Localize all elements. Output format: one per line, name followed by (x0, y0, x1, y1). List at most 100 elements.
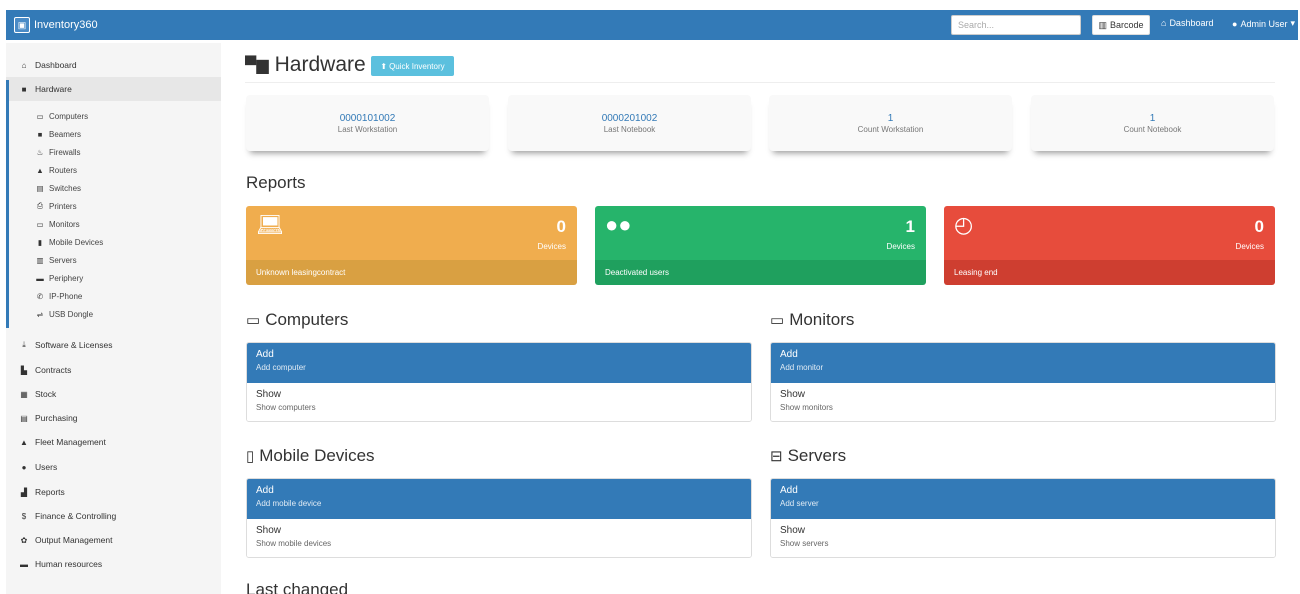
sidebar-active-indicator (6, 80, 9, 328)
keyboard-icon: ▬ (36, 273, 44, 283)
server-icon: ⊟ (770, 448, 783, 465)
sidebar-item-label: Dashboard (35, 60, 77, 70)
sidebar-item-contracts[interactable]: ▙ Contracts (6, 358, 221, 382)
quick-inventory-button[interactable]: ⬆ Quick Inventory (371, 56, 454, 76)
laptop-icon: ▭ (36, 111, 44, 121)
sidebar-item-fleet-management[interactable]: ▲ Fleet Management (6, 430, 221, 454)
report-panel-unknown-leasing[interactable]: 💻︎ 0 Devices Unknown leasingcontract (246, 206, 577, 285)
sidebar-sub-label: Printers (49, 201, 77, 211)
app: ▣ Inventory360 ▥ Barcode ⌂ Dashboard ● A… (0, 0, 1300, 594)
sidebar-sub-monitors[interactable]: ▭ Monitors (6, 216, 221, 232)
sidebar-item-label: Fleet Management (35, 437, 106, 447)
sidebar-sub-usb-dongle[interactable]: ⇌ USB Dongle (6, 306, 221, 322)
add-computer-button[interactable]: Add Add computer (247, 343, 751, 383)
nav-dashboard-link[interactable]: ⌂ Dashboard (1161, 18, 1213, 28)
show-computers-button[interactable]: Show Show computers (247, 383, 751, 421)
sidebar-item-reports[interactable]: ▟ Reports (6, 480, 221, 504)
add-mobile-device-button[interactable]: Add Add mobile device (247, 479, 751, 519)
sidebar-sub-printers[interactable]: ⎙ Printers (6, 198, 221, 214)
show-mobile-devices-button[interactable]: Show Show mobile devices (247, 519, 751, 557)
action-title: Add (780, 349, 798, 360)
action-subtitle: Show servers (780, 539, 829, 548)
sidebar-item-label: Hardware (35, 84, 72, 94)
stock-icon: ▦ (20, 389, 28, 399)
download-icon: ⤓ (22, 340, 26, 349)
purchasing-icon: ▤ (20, 413, 28, 423)
stat-label: Count Workstation (857, 125, 924, 134)
report-panel-footer: Leasing end (944, 260, 1275, 285)
add-monitor-button[interactable]: Add Add monitor (771, 343, 1275, 383)
contract-icon: ▙ (20, 365, 28, 375)
barcode-button[interactable]: ▥ Barcode (1092, 15, 1150, 35)
mobile-devices-actions: Add Add mobile device Show Show mobile d… (246, 478, 752, 558)
sidebar-item-label: Stock (35, 389, 57, 399)
section-heading-computers: ▭ Computers (246, 310, 348, 330)
section-heading-monitors: ▭ Monitors (770, 310, 854, 330)
sidebar-item-label: Finance & Controlling (35, 511, 117, 521)
stat-label: Last Workstation (337, 125, 398, 134)
stat-card-count-workstation: 1 Count Workstation (769, 95, 1012, 151)
section-heading-servers: ⊟ Servers (770, 446, 846, 466)
barcode-label: Barcode (1109, 20, 1144, 30)
sidebar-sub-ip-phone[interactable]: ✆ IP-Phone (6, 288, 221, 304)
sidebar-sub-computers[interactable]: ▭ Computers (6, 108, 221, 124)
servers-actions: Add Add server Show Show servers (770, 478, 1276, 558)
hardware-icon: ▀▆ (245, 57, 269, 74)
action-title: Add (780, 485, 798, 496)
home-icon: ⌂ (21, 60, 27, 70)
sidebar-sub-firewalls[interactable]: ♨ Firewalls (6, 144, 221, 160)
reports-heading: Reports (246, 173, 306, 192)
report-count-label: Devices (1235, 242, 1264, 251)
sidebar-sub-periphery[interactable]: ▬ Periphery (6, 270, 221, 286)
sidebar-sub-switches[interactable]: ▤ Switches (6, 180, 221, 196)
sidebar-item-stock[interactable]: ▦ Stock (6, 382, 221, 406)
video-icon: ■ (37, 129, 43, 139)
user-icon: ● (1232, 18, 1238, 29)
sidebar-item-label: Contracts (35, 365, 72, 375)
action-subtitle: Show computers (256, 403, 316, 412)
sidebar-item-hardware[interactable]: ■ Hardware (6, 77, 221, 101)
sidebar-item-label: Software & Licenses (35, 340, 113, 350)
report-panel-body: 💻︎ 0 Devices (246, 206, 577, 260)
monitors-actions: Add Add monitor Show Show monitors (770, 342, 1276, 422)
stat-card-count-notebook: 1 Count Notebook (1031, 95, 1274, 151)
brand-name: Inventory360 (34, 19, 98, 31)
action-subtitle: Add monitor (780, 363, 824, 372)
server-icon: ▥ (36, 255, 44, 265)
sidebar-sub-servers[interactable]: ▥ Servers (6, 252, 221, 268)
stat-value-link[interactable]: 0000201002 (508, 113, 751, 124)
nav-dashboard-label: Dashboard (1169, 18, 1214, 28)
add-server-button[interactable]: Add Add server (771, 479, 1275, 519)
sidebar-item-output-management[interactable]: ✿ Output Management (6, 528, 221, 552)
stat-value-link[interactable]: 1 (1031, 113, 1274, 124)
user-menu[interactable]: ● Admin User ▾ (1232, 18, 1295, 29)
sidebar-item-purchasing[interactable]: ▤ Purchasing (6, 406, 221, 430)
action-subtitle: Add server (780, 499, 819, 508)
report-panel-deactivated-users[interactable]: ●● 1 Devices Deactivated users (595, 206, 926, 285)
sidebar-sub-label: Monitors (49, 219, 80, 229)
monitor-icon: ▭ (36, 219, 44, 229)
caret-down-icon: ▾ (1290, 18, 1295, 28)
stat-value-link[interactable]: 0000101002 (246, 113, 489, 124)
action-title: Show (256, 389, 282, 400)
section-heading-text: Mobile Devices (259, 446, 375, 465)
show-servers-button[interactable]: Show Show servers (771, 519, 1275, 557)
sidebar-item-users[interactable]: ● Users (6, 455, 221, 479)
show-monitors-button[interactable]: Show Show monitors (771, 383, 1275, 421)
sidebar-sub-routers[interactable]: ▲ Routers (6, 162, 221, 178)
sidebar-item-human-resources[interactable]: ▬ Human resources (6, 552, 221, 576)
sidebar-item-dashboard[interactable]: ⌂ Dashboard (6, 53, 221, 77)
sidebar-sub-mobile-devices[interactable]: ▮ Mobile Devices (6, 234, 221, 250)
stat-value-link[interactable]: 1 (769, 113, 1012, 124)
search-input[interactable] (951, 15, 1081, 35)
report-panel-leasing-end[interactable]: ◴ 0 Devices Leasing end (944, 206, 1275, 285)
sidebar-sub-beamers[interactable]: ■ Beamers (6, 126, 221, 142)
sidebar-sub-label: Beamers (49, 129, 82, 139)
report-count: 1 (905, 217, 915, 236)
brand[interactable]: ▣ Inventory360 (14, 16, 98, 34)
sidebar-item-finance[interactable]: $ Finance & Controlling (6, 504, 221, 528)
clock-icon: ◴ (954, 212, 974, 237)
briefcase-icon: ▬ (20, 559, 28, 569)
computers-actions: Add Add computer Show Show computers (246, 342, 752, 422)
sidebar-item-software[interactable]: ⤓ Software & Licenses (6, 333, 221, 357)
